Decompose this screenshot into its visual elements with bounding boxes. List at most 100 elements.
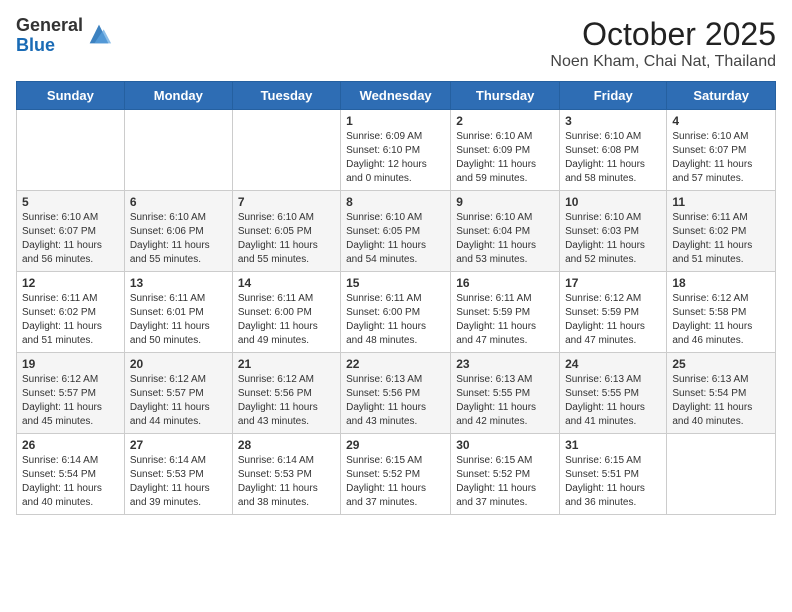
day-number: 8 <box>346 195 445 209</box>
day-info: Sunrise: 6:10 AM Sunset: 6:05 PM Dayligh… <box>238 211 335 267</box>
day-info: Sunrise: 6:11 AM Sunset: 6:02 PM Dayligh… <box>672 211 770 267</box>
month-title: October 2025 <box>550 16 776 53</box>
day-info: Sunrise: 6:10 AM Sunset: 6:09 PM Dayligh… <box>456 130 554 186</box>
calendar-week-row: 26Sunrise: 6:14 AM Sunset: 5:54 PM Dayli… <box>17 434 776 515</box>
day-number: 21 <box>238 357 335 371</box>
calendar-cell: 29 Sunrise: 6:15 AM Sunset: 5:52 PM Dayli… <box>341 434 451 515</box>
day-number: 23 <box>456 357 554 371</box>
day-number: 7 <box>238 195 335 209</box>
day-number: 3 <box>565 114 661 128</box>
calendar-cell: 15Sunrise: 6:11 AM Sunset: 6:00 PM Dayli… <box>341 272 451 353</box>
day-number: 26 <box>22 438 119 452</box>
day-info: Sunrise: 6:11 AM Sunset: 6:00 PM Dayligh… <box>238 292 335 348</box>
day-number: 4 <box>672 114 770 128</box>
calendar-cell: 10Sunrise: 6:10 AM Sunset: 6:03 PM Dayli… <box>560 191 667 272</box>
day-number: 25 <box>672 357 770 371</box>
day-info: Sunrise: 6:11 AM Sunset: 6:01 PM Dayligh… <box>130 292 227 348</box>
day-info: Sunrise: 6:11 AM Sunset: 6:00 PM Dayligh… <box>346 292 445 348</box>
day-info: Sunrise: 6:12 AM Sunset: 5:57 PM Dayligh… <box>130 373 227 429</box>
calendar-cell: 26Sunrise: 6:14 AM Sunset: 5:54 PM Dayli… <box>17 434 125 515</box>
calendar-cell: 18Sunrise: 6:12 AM Sunset: 5:58 PM Dayli… <box>667 272 776 353</box>
day-info: Sunrise: 6:13 AM Sunset: 5:55 PM Dayligh… <box>456 373 554 429</box>
day-number: 12 <box>22 276 119 290</box>
day-number: 19 <box>22 357 119 371</box>
day-number: 2 <box>456 114 554 128</box>
weekday-header-monday: Monday <box>124 82 232 110</box>
day-number: 31 <box>565 438 661 452</box>
day-info: Sunrise: 6:13 AM Sunset: 5:55 PM Dayligh… <box>565 373 661 429</box>
calendar-cell: 12 Sunrise: 6:11 AM Sunset: 6:02 PM Dayli… <box>17 272 125 353</box>
calendar-cell <box>232 110 340 191</box>
day-info: Sunrise: 6:09 AM Sunset: 6:10 PM Dayligh… <box>346 130 445 186</box>
day-number: 24 <box>565 357 661 371</box>
calendar-week-row: 5 Sunrise: 6:10 AM Sunset: 6:07 PM Daylig… <box>17 191 776 272</box>
calendar-cell: 8 Sunrise: 6:10 AM Sunset: 6:05 PM Daylig… <box>341 191 451 272</box>
calendar-cell: 28 Sunrise: 6:14 AM Sunset: 5:53 PM Dayli… <box>232 434 340 515</box>
calendar-cell: 20 Sunrise: 6:12 AM Sunset: 5:57 PM Dayli… <box>124 353 232 434</box>
day-info: Sunrise: 6:12 AM Sunset: 5:56 PM Dayligh… <box>238 373 335 429</box>
title-section: October 2025 Noen Kham, Chai Nat, Thaila… <box>550 16 776 71</box>
day-info: Sunrise: 6:10 AM Sunset: 6:07 PM Dayligh… <box>672 130 770 186</box>
day-info: Sunrise: 6:10 AM Sunset: 6:03 PM Dayligh… <box>565 211 661 267</box>
logo-general: General <box>16 16 83 36</box>
day-number: 5 <box>22 195 119 209</box>
calendar-week-row: 19 Sunrise: 6:12 AM Sunset: 5:57 PM Dayli… <box>17 353 776 434</box>
calendar-cell: 21 Sunrise: 6:12 AM Sunset: 5:56 PM Dayli… <box>232 353 340 434</box>
calendar-cell: 24 Sunrise: 6:13 AM Sunset: 5:55 PM Dayli… <box>560 353 667 434</box>
calendar-cell: 3 Sunrise: 6:10 AM Sunset: 6:08 PM Daylig… <box>560 110 667 191</box>
day-info: Sunrise: 6:15 AM Sunset: 5:52 PM Dayligh… <box>346 454 445 510</box>
logo: General Blue <box>16 16 113 56</box>
weekday-header-sunday: Sunday <box>17 82 125 110</box>
calendar-cell: 14 Sunrise: 6:11 AM Sunset: 6:00 PM Dayli… <box>232 272 340 353</box>
location-title: Noen Kham, Chai Nat, Thailand <box>550 53 776 71</box>
day-info: Sunrise: 6:10 AM Sunset: 6:06 PM Dayligh… <box>130 211 227 267</box>
calendar-cell <box>124 110 232 191</box>
weekday-header-tuesday: Tuesday <box>232 82 340 110</box>
logo-icon <box>85 20 113 48</box>
day-number: 9 <box>456 195 554 209</box>
calendar-cell: 30Sunrise: 6:15 AM Sunset: 5:52 PM Dayli… <box>451 434 560 515</box>
day-info: Sunrise: 6:10 AM Sunset: 6:05 PM Dayligh… <box>346 211 445 267</box>
calendar-cell: 23 Sunrise: 6:13 AM Sunset: 5:55 PM Dayli… <box>451 353 560 434</box>
weekday-header-wednesday: Wednesday <box>341 82 451 110</box>
calendar-cell: 31 Sunrise: 6:15 AM Sunset: 5:51 PM Dayli… <box>560 434 667 515</box>
weekday-header-thursday: Thursday <box>451 82 560 110</box>
calendar-cell: 7 Sunrise: 6:10 AM Sunset: 6:05 PM Daylig… <box>232 191 340 272</box>
day-number: 18 <box>672 276 770 290</box>
day-info: Sunrise: 6:15 AM Sunset: 5:51 PM Dayligh… <box>565 454 661 510</box>
day-number: 30 <box>456 438 554 452</box>
day-info: Sunrise: 6:12 AM Sunset: 5:59 PM Dayligh… <box>565 292 661 348</box>
weekday-header-friday: Friday <box>560 82 667 110</box>
calendar-table: SundayMondayTuesdayWednesdayThursdayFrid… <box>16 81 776 515</box>
day-info: Sunrise: 6:14 AM Sunset: 5:53 PM Dayligh… <box>130 454 227 510</box>
day-number: 14 <box>238 276 335 290</box>
calendar-cell: 9Sunrise: 6:10 AM Sunset: 6:04 PM Daylig… <box>451 191 560 272</box>
day-number: 20 <box>130 357 227 371</box>
day-info: Sunrise: 6:11 AM Sunset: 6:02 PM Dayligh… <box>22 292 119 348</box>
calendar-cell: 13 Sunrise: 6:11 AM Sunset: 6:01 PM Dayli… <box>124 272 232 353</box>
calendar-cell: 19 Sunrise: 6:12 AM Sunset: 5:57 PM Dayli… <box>17 353 125 434</box>
day-info: Sunrise: 6:13 AM Sunset: 5:56 PM Dayligh… <box>346 373 445 429</box>
day-number: 16 <box>456 276 554 290</box>
calendar-cell <box>17 110 125 191</box>
day-info: Sunrise: 6:12 AM Sunset: 5:57 PM Dayligh… <box>22 373 119 429</box>
calendar-cell: 2 Sunrise: 6:10 AM Sunset: 6:09 PM Daylig… <box>451 110 560 191</box>
day-number: 28 <box>238 438 335 452</box>
day-number: 22 <box>346 357 445 371</box>
calendar-cell: 16Sunrise: 6:11 AM Sunset: 5:59 PM Dayli… <box>451 272 560 353</box>
day-number: 17 <box>565 276 661 290</box>
day-info: Sunrise: 6:14 AM Sunset: 5:53 PM Dayligh… <box>238 454 335 510</box>
day-info: Sunrise: 6:10 AM Sunset: 6:08 PM Dayligh… <box>565 130 661 186</box>
calendar-cell: 6Sunrise: 6:10 AM Sunset: 6:06 PM Daylig… <box>124 191 232 272</box>
day-info: Sunrise: 6:10 AM Sunset: 6:07 PM Dayligh… <box>22 211 119 267</box>
day-number: 13 <box>130 276 227 290</box>
calendar-cell: 1Sunrise: 6:09 AM Sunset: 6:10 PM Daylig… <box>341 110 451 191</box>
calendar-cell: 27Sunrise: 6:14 AM Sunset: 5:53 PM Dayli… <box>124 434 232 515</box>
day-number: 29 <box>346 438 445 452</box>
calendar-cell: 5 Sunrise: 6:10 AM Sunset: 6:07 PM Daylig… <box>17 191 125 272</box>
weekday-header-saturday: Saturday <box>667 82 776 110</box>
page-header: General Blue October 2025 Noen Kham, Cha… <box>16 16 776 71</box>
calendar-cell <box>667 434 776 515</box>
weekday-header-row: SundayMondayTuesdayWednesdayThursdayFrid… <box>17 82 776 110</box>
calendar-cell: 25Sunrise: 6:13 AM Sunset: 5:54 PM Dayli… <box>667 353 776 434</box>
